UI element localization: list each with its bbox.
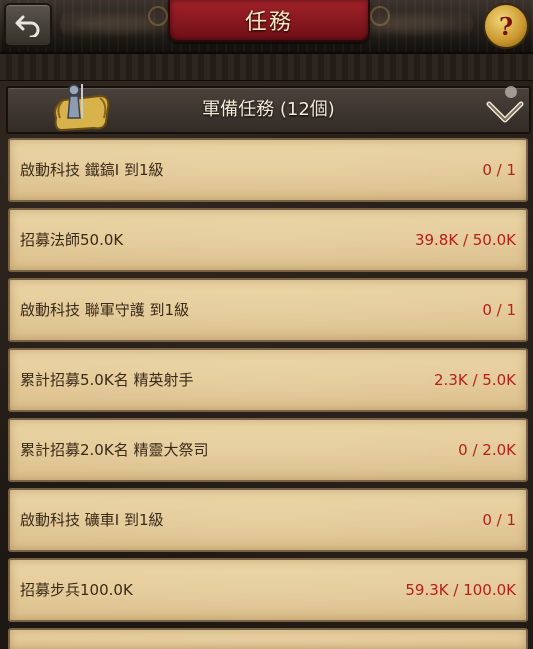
quest-progress: 0 / 1: [482, 301, 516, 319]
help-button[interactable]: ?: [483, 3, 529, 49]
quest-progress: 2.3K / 5.0K: [434, 371, 516, 389]
quest-name: 啟動科技 鐵鎬I 到1級: [20, 161, 164, 179]
quest-item[interactable]: 累計招募2.0K名 精靈大祭司 0 / 2.0K: [8, 418, 528, 482]
quest-name: 啟動科技 聯軍守護 到1級: [20, 301, 190, 319]
quest-name: 招募法師50.0K: [20, 231, 124, 249]
quest-name: 啟動科技 礦車I 到1級: [20, 511, 164, 529]
quest-progress: 59.3K / 100.0K: [405, 581, 516, 599]
back-button[interactable]: [4, 3, 52, 47]
chevron-down-icon[interactable]: [485, 84, 525, 130]
quest-name: 招募步兵100.0K: [20, 581, 133, 599]
quest-progress: 39.8K / 50.0K: [414, 231, 516, 249]
title-plate: 任務: [148, 0, 390, 42]
section-title: 軍備任務 (12個): [202, 99, 335, 120]
back-arrow-icon: [15, 15, 40, 37]
quest-item-partial[interactable]: [8, 628, 528, 649]
help-question-icon: ?: [498, 11, 514, 41]
quest-item[interactable]: 啟動科技 聯軍守護 到1級 0 / 1: [8, 278, 528, 342]
header-divider: [0, 54, 533, 81]
quest-name: 累計招募5.0K名 精英射手: [20, 371, 194, 389]
quest-item[interactable]: 累計招募5.0K名 精英射手 2.3K / 5.0K: [8, 348, 528, 412]
quest-item[interactable]: 啟動科技 礦車I 到1級 0 / 1: [8, 488, 528, 552]
quest-item[interactable]: 招募步兵100.0K 59.3K / 100.0K: [8, 558, 528, 622]
section-header[interactable]: 軍備任務 (12個): [6, 84, 531, 134]
page-title: 任務: [244, 10, 293, 35]
quest-item[interactable]: 啟動科技 鐵鎬I 到1級 0 / 1: [8, 138, 528, 202]
quest-list: 啟動科技 鐵鎬I 到1級 0 / 1 招募法師50.0K 39.8K / 50.…: [8, 138, 528, 649]
quest-progress: 0 / 1: [482, 511, 516, 529]
quest-progress: 0 / 1: [482, 161, 516, 179]
quest-item[interactable]: 招募法師50.0K 39.8K / 50.0K: [8, 208, 528, 272]
quest-progress: 0 / 2.0K: [458, 441, 516, 459]
quest-name: 累計招募2.0K名 精靈大祭司: [20, 441, 209, 459]
quests-screen: 任務 ? 軍備任務 (12個) 啟動科技 鐵鎬I 到1級 0 / 1 招募法師5…: [0, 0, 533, 649]
top-bar: 任務 ?: [0, 0, 533, 54]
